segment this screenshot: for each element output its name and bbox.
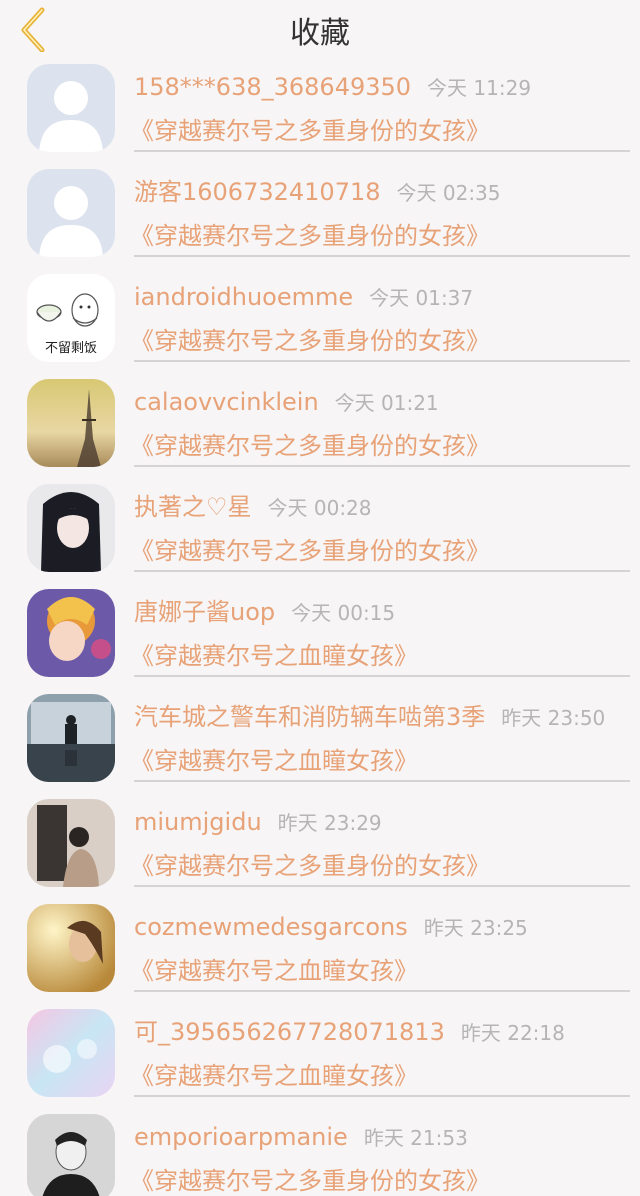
avatar[interactable]: 不留剩饭 [27, 274, 115, 362]
avatar[interactable] [27, 694, 115, 782]
header-bar: 收藏 [0, 0, 640, 58]
avatar[interactable] [27, 169, 115, 257]
avatar[interactable] [27, 379, 115, 467]
book-title[interactable]: 《穿越赛尔号之血瞳女孩》 [130, 1059, 418, 1093]
avatar[interactable] [27, 799, 115, 887]
divider [134, 570, 630, 572]
favorites-list: 158***638_368649350 今天 11:29 《穿越赛尔号之多重身份的… [0, 58, 640, 1196]
user-name[interactable]: 可_395656267728071813 [134, 1018, 445, 1046]
timestamp: 今天 01:21 [334, 391, 439, 415]
user-name[interactable]: 执著之♡星 [134, 493, 252, 521]
book-title[interactable]: 《穿越赛尔号之血瞳女孩》 [130, 744, 418, 778]
divider [134, 255, 630, 257]
list-item[interactable]: 不留剩饭 iandroidhuoemme 今天 01:37 《穿越赛尔号之多重身份… [0, 268, 640, 373]
book-title[interactable]: 《穿越赛尔号之血瞳女孩》 [130, 639, 418, 673]
timestamp: 昨天 23:29 [277, 811, 382, 835]
user-name[interactable]: 唐娜子酱uop [134, 598, 275, 626]
book-title[interactable]: 《穿越赛尔号之血瞳女孩》 [130, 954, 418, 988]
cartoon-avatar-image: 不留剩饭 [27, 274, 115, 362]
row-header: cozmewmedesgarcons 昨天 23:25 [134, 910, 632, 947]
anime-girl-avatar-image [27, 484, 115, 572]
avatar[interactable] [27, 589, 115, 677]
eiffel-tower-avatar-image [27, 379, 115, 467]
list-item[interactable]: cozmewmedesgarcons 昨天 23:25 《穿越赛尔号之血瞳女孩》 [0, 898, 640, 1003]
book-title[interactable]: 《穿越赛尔号之多重身份的女孩》 [130, 534, 490, 568]
avatar[interactable] [27, 1114, 115, 1196]
divider [134, 360, 630, 362]
timestamp: 昨天 21:53 [363, 1126, 468, 1150]
list-item[interactable]: 游客1606732410718 今天 02:35 《穿越赛尔号之多重身份的女孩》 [0, 163, 640, 268]
divider [134, 150, 630, 152]
book-title[interactable]: 《穿越赛尔号之多重身份的女孩》 [130, 1164, 490, 1196]
timestamp: 今天 02:35 [396, 181, 501, 205]
user-name[interactable]: 158***638_368649350 [134, 73, 411, 101]
avatar[interactable] [27, 64, 115, 152]
timestamp: 昨天 23:50 [501, 706, 606, 730]
row-header: 执著之♡星 今天 00:28 [134, 490, 632, 527]
book-title[interactable]: 《穿越赛尔号之多重身份的女孩》 [130, 219, 490, 253]
row-header: miumjgidu 昨天 23:29 [134, 805, 632, 842]
default-avatar-image [27, 64, 115, 152]
anime-character-avatar-image [27, 589, 115, 677]
list-item[interactable]: calaovvcinklein 今天 01:21 《穿越赛尔号之多重身份的女孩》 [0, 373, 640, 478]
row-header: iandroidhuoemme 今天 01:37 [134, 280, 632, 317]
page-title: 收藏 [290, 16, 350, 51]
timestamp: 昨天 23:25 [423, 916, 528, 940]
timestamp: 今天 00:28 [267, 496, 372, 520]
avatar[interactable] [27, 484, 115, 572]
default-avatar-image [27, 169, 115, 257]
bw-portrait-avatar-image [27, 1114, 115, 1196]
divider [134, 780, 630, 782]
divider [134, 990, 630, 992]
timestamp: 今天 00:15 [291, 601, 396, 625]
row-header: 游客1606732410718 今天 02:35 [134, 175, 632, 212]
row-header: 唐娜子酱uop 今天 00:15 [134, 595, 632, 632]
divider [134, 885, 630, 887]
user-name[interactable]: 游客1606732410718 [134, 178, 381, 206]
user-name[interactable]: iandroidhuoemme [134, 283, 353, 311]
list-item[interactable]: 唐娜子酱uop 今天 00:15 《穿越赛尔号之血瞳女孩》 [0, 583, 640, 688]
user-name[interactable]: miumjgidu [134, 808, 262, 836]
avatar[interactable] [27, 1009, 115, 1097]
timestamp: 昨天 22:18 [460, 1021, 565, 1045]
row-header: emporioarpmanie 昨天 21:53 [134, 1120, 632, 1157]
timestamp: 今天 01:37 [369, 286, 474, 310]
avatar-caption: 不留剩饭 [45, 341, 97, 356]
golden-portrait-avatar-image [27, 904, 115, 992]
user-name[interactable]: 汽车城之警车和消防辆车啮第3季 [134, 703, 485, 731]
divider [134, 675, 630, 677]
row-header: calaovvcinklein 今天 01:21 [134, 385, 632, 422]
book-title[interactable]: 《穿越赛尔号之多重身份的女孩》 [130, 324, 490, 358]
row-header: 汽车城之警车和消防辆车啮第3季 昨天 23:50 [134, 700, 632, 737]
divider [134, 1095, 630, 1097]
list-item[interactable]: emporioarpmanie 昨天 21:53 《穿越赛尔号之多重身份的女孩》 [0, 1108, 640, 1196]
user-name[interactable]: cozmewmedesgarcons [134, 913, 408, 941]
woman-photo-avatar-image [27, 799, 115, 887]
user-name[interactable]: emporioarpmanie [134, 1123, 348, 1151]
avatar[interactable] [27, 904, 115, 992]
list-item[interactable]: 可_395656267728071813 昨天 22:18 《穿越赛尔号之血瞳女孩… [0, 1003, 640, 1108]
silhouette-window-avatar-image [27, 694, 115, 782]
book-title[interactable]: 《穿越赛尔号之多重身份的女孩》 [130, 849, 490, 883]
list-item[interactable]: miumjgidu 昨天 23:29 《穿越赛尔号之多重身份的女孩》 [0, 793, 640, 898]
pastel-sky-avatar-image [27, 1009, 115, 1097]
book-title[interactable]: 《穿越赛尔号之多重身份的女孩》 [130, 429, 490, 463]
book-title[interactable]: 《穿越赛尔号之多重身份的女孩》 [130, 114, 490, 148]
row-header: 158***638_368649350 今天 11:29 [134, 70, 632, 107]
row-header: 可_395656267728071813 昨天 22:18 [134, 1015, 632, 1052]
divider [134, 465, 630, 467]
list-item[interactable]: 汽车城之警车和消防辆车啮第3季 昨天 23:50 《穿越赛尔号之血瞳女孩》 [0, 688, 640, 793]
timestamp: 今天 11:29 [427, 76, 532, 100]
user-name[interactable]: calaovvcinklein [134, 388, 319, 416]
list-item[interactable]: 执著之♡星 今天 00:28 《穿越赛尔号之多重身份的女孩》 [0, 478, 640, 583]
list-item[interactable]: 158***638_368649350 今天 11:29 《穿越赛尔号之多重身份的… [0, 58, 640, 163]
